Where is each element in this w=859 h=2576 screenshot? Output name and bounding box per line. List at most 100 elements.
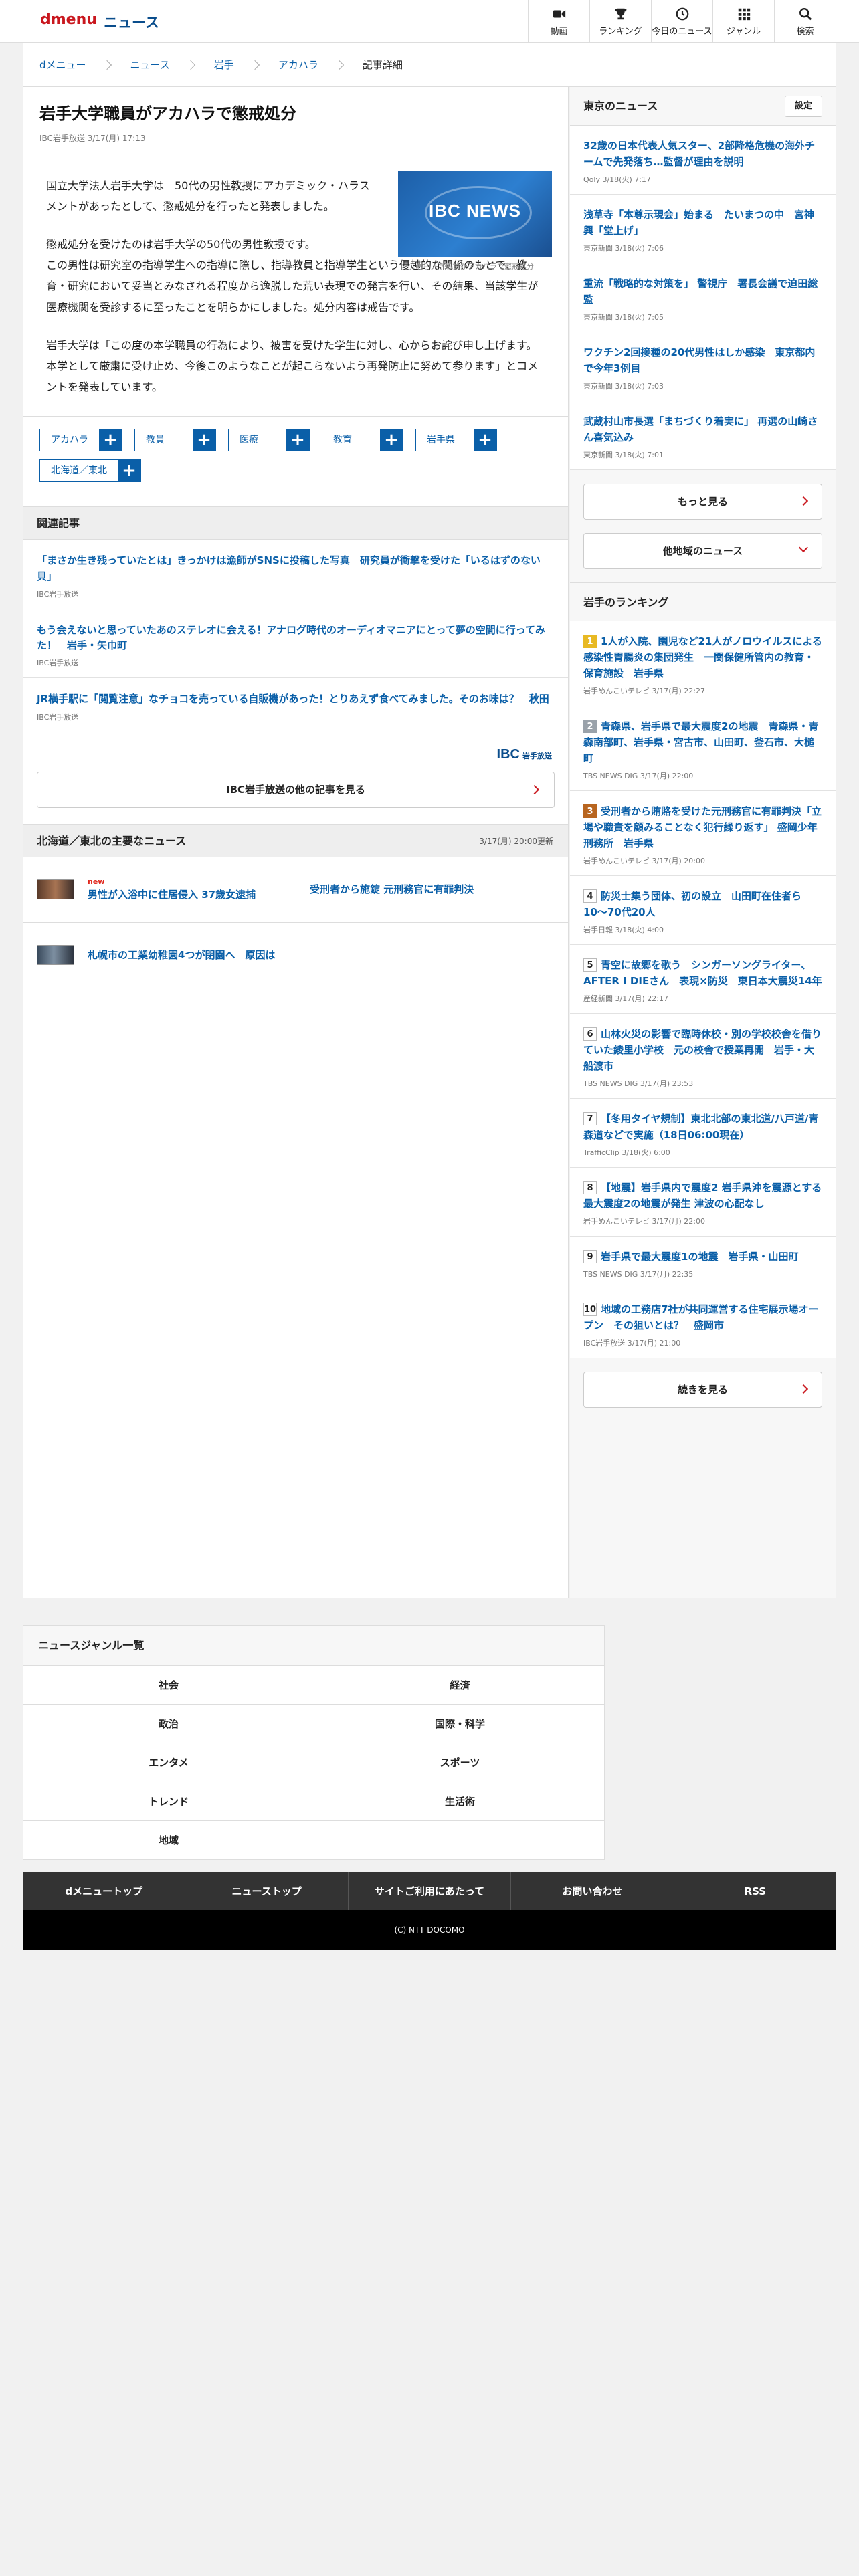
ranking-title-text[interactable]: 受刑者から賄賂を受けた元刑務官に有罪判決「立場や職責を顧みることなく犯行繰り返す… (583, 805, 822, 849)
tokyo-item[interactable]: 武蔵村山市長選「まちづくり着実に」 再選の山崎さん喜気込み 東京新聞 3/18(火… (570, 401, 836, 470)
nav-search[interactable]: 検索 (775, 0, 836, 43)
nav-genre[interactable]: ジャンル (713, 0, 775, 43)
related-item[interactable]: 「まさか生き残っていたとは」きっかけは漁師がSNSに投稿した写真 研究員が衝撃を… (23, 540, 568, 609)
news-section-title[interactable]: ニュース (104, 12, 159, 32)
ranking-title[interactable]: 6 山林火災の影響で臨時休校・別の学校校舎を借りていた綾里小学校 元の校舎で授業再… (583, 1026, 822, 1074)
regional-title-wrap[interactable]: new 男性が入浴中に住居侵入 37歳女逮捕 (88, 877, 256, 902)
ranking-title[interactable]: 8 【地震】岩手県内で震度2 岩手県沖を震源とする最大震度2の地震が発生 津波の心… (583, 1180, 822, 1212)
related-item[interactable]: もう会えないと思っていたあのステレオに会える！アナログ時代のオーディオマニアにと… (23, 609, 568, 679)
article-photo[interactable]: IBC NEWS 岩手大学職員がアカハラで懲戒処分 (398, 171, 552, 272)
plus-icon[interactable]: + (193, 429, 215, 451)
regional-item[interactable]: 受刑者から施錠 元刑務官に有罪判決 (296, 857, 569, 923)
footer-dmenu-top[interactable]: dメニュートップ (23, 1872, 186, 1910)
ranking-more-button[interactable]: 続きを見る (583, 1372, 822, 1408)
regional-title[interactable]: 受刑者から施錠 元刑務官に有罪判決 (310, 883, 474, 897)
breadcrumb-dmenu[interactable]: dメニュー (39, 58, 86, 72)
ranking-title[interactable]: 3 受刑者から賄賂を受けた元刑務官に有罪判決「立場や職責を顧みることなく犯行繰り返… (583, 803, 822, 851)
tokyo-title[interactable]: 浅草寺「本尊示現会」始まる たいまつの中 宮神興「堂上げ」 (583, 207, 822, 239)
footer-contact[interactable]: お問い合わせ (511, 1872, 674, 1910)
related-title[interactable]: 「まさか生き残っていたとは」きっかけは漁師がSNSに投稿した写真 研究員が衝撃を… (37, 553, 555, 584)
related-item[interactable]: JR横手駅に「閲覧注意」なチョコを売っている自販機があった！とりあえず食べてみま… (23, 678, 568, 732)
ranking-title-text[interactable]: 青森県、岩手県で最大震度2の地震 青森県・青森南部町、岩手県・宮古市、山田町、釜… (583, 720, 818, 764)
ranking-title-text[interactable]: 山林火災の影響で臨時休校・別の学校校舎を借りていた綾里小学校 元の校舎で授業再開… (583, 1028, 822, 1072)
plus-icon[interactable]: + (118, 460, 140, 482)
tag-medical[interactable]: 医療 + (228, 429, 310, 452)
other-region-button[interactable]: 他地域のニュース (583, 533, 822, 569)
regional-title[interactable]: 男性が入浴中に住居侵入 37歳女逮捕 (88, 889, 256, 901)
genre-economy[interactable]: 経済 (314, 1666, 605, 1705)
ranking-title-text[interactable]: 1人が入院、園児など21人がノロウイルスによる感染性胃腸炎の集団発生 一関保健所… (583, 635, 822, 679)
tokyo-title[interactable]: 32歳の日本代表人気スター、2部降格危機の海外チームで先発落ち…監督が理由を説明 (583, 138, 822, 170)
ranking-item[interactable]: 5 青空に故郷を歌う シンガーソングライター、AFTER I DIEさん 表現×防… (570, 945, 836, 1014)
article-body: IBC NEWS 岩手大学職員がアカハラで懲戒処分 国立大学法人岩手大学は 50… (39, 171, 552, 398)
tokyo-item[interactable]: ワクチン2回接種の20代男性はしか感染 東京都内で今年3例目 東京新聞 3/18(… (570, 332, 836, 401)
nav-ranking[interactable]: ランキング (590, 0, 652, 43)
genre-sports[interactable]: スポーツ (314, 1743, 605, 1782)
genre-politics[interactable]: 政治 (23, 1705, 314, 1743)
plus-icon[interactable]: + (99, 429, 122, 451)
regional-item[interactable]: 札幌市の工業幼稚園4つが閉園へ 原因は (23, 922, 296, 988)
regional-item-empty (296, 923, 569, 988)
tokyo-title[interactable]: 武蔵村山市長選「まちづくり着実に」 再選の山崎さん喜気込み (583, 413, 822, 445)
tag-teacher[interactable]: 教員 + (134, 429, 216, 452)
related-source: IBC岩手放送 (37, 712, 79, 722)
plus-icon[interactable]: + (286, 429, 309, 451)
genre-society[interactable]: 社会 (23, 1666, 314, 1705)
ranking-item[interactable]: 8 【地震】岩手県内で震度2 岩手県沖を震源とする最大震度2の地震が発生 津波の心… (570, 1168, 836, 1237)
regional-title[interactable]: 札幌市の工業幼稚園4つが閉園へ 原因は (88, 948, 275, 962)
genre-entertainment[interactable]: エンタメ (23, 1743, 314, 1782)
ranking-item[interactable]: 10 地域の工務店7社が共同運営する住宅展示場オープン その狙いとは？ 盛岡市 IB… (570, 1289, 836, 1358)
ranking-title[interactable]: 9 岩手県で最大震度1の地震 岩手県・山田町 (583, 1249, 822, 1265)
ranking-title[interactable]: 7 【冬用タイヤ規制】東北北部の東北道/八戸道/青森道などで実施（18日06:00… (583, 1111, 822, 1143)
ranking-item[interactable]: 1 1人が入院、園児など21人がノロウイルスによる感染性胃腸炎の集団発生 一関保健… (570, 621, 836, 706)
genre-international[interactable]: 国際・科学 (314, 1705, 605, 1743)
related-title[interactable]: JR横手駅に「閲覧注意」なチョコを売っている自販機があった！とりあえず食べてみま… (37, 691, 555, 707)
ranking-item[interactable]: 9 岩手県で最大震度1の地震 岩手県・山田町 TBS NEWS DIG 3/17(月… (570, 1237, 836, 1289)
ranking-title-text[interactable]: 地域の工務店7社が共同運営する住宅展示場オープン その狙いとは？ 盛岡市 (583, 1303, 819, 1331)
tag-education[interactable]: 教育 + (322, 429, 403, 452)
regional-item[interactable]: new 男性が入浴中に住居侵入 37歳女逮捕 (23, 857, 296, 923)
footer-news-top[interactable]: ニューストップ (185, 1872, 349, 1910)
ranking-title[interactable]: 10 地域の工務店7社が共同運営する住宅展示場オープン その狙いとは？ 盛岡市 (583, 1301, 822, 1333)
provider-more-button[interactable]: IBC岩手放送の他の記事を見る (37, 771, 555, 808)
ranking-title-text[interactable]: 岩手県で最大震度1の地震 岩手県・山田町 (601, 1251, 798, 1263)
plus-icon[interactable]: + (380, 429, 403, 451)
tag-iwate[interactable]: 岩手県 + (415, 429, 497, 452)
breadcrumb-iwate[interactable]: 岩手 (214, 58, 234, 72)
genre-local[interactable]: 地域 (23, 1821, 314, 1860)
tokyo-title[interactable]: 重流「戦略的な対策を」 警視庁 署長会議で迫田総監 (583, 276, 822, 308)
related-title[interactable]: もう会えないと思っていたあのステレオに会える！アナログ時代のオーディオマニアにと… (37, 623, 555, 654)
genre-trend[interactable]: トレンド (23, 1782, 314, 1821)
ranking-item[interactable]: 6 山林火災の影響で臨時休校・別の学校校舎を借りていた綾里小学校 元の校舎で授業再… (570, 1014, 836, 1099)
settings-button[interactable]: 設定 (784, 96, 822, 117)
ranking-title-text[interactable]: 【地震】岩手県内で震度2 岩手県沖を震源とする最大震度2の地震が発生 津波の心配… (583, 1182, 822, 1210)
tokyo-more-button[interactable]: もっと見る (583, 484, 822, 520)
plus-icon[interactable]: + (474, 429, 496, 451)
tokyo-item[interactable]: 浅草寺「本尊示現会」始まる たいまつの中 宮神興「堂上げ」 東京新聞 3/18(火… (570, 195, 836, 263)
nav-video[interactable]: 動画 (529, 0, 590, 43)
ranking-title-text[interactable]: 青空に故郷を歌う シンガーソングライター、AFTER I DIEさん 表現×防災… (583, 959, 822, 987)
tag-akahara[interactable]: アカハラ + (39, 429, 122, 452)
dmenu-logo[interactable]: dmenu (40, 11, 97, 28)
tokyo-item[interactable]: 32歳の日本代表人気スター、2部降格危機の海外チームで先発落ち…監督が理由を説明… (570, 126, 836, 195)
ranking-title[interactable]: 1 1人が入院、園児など21人がノロウイルスによる感染性胃腸炎の集団発生 一関保健… (583, 633, 822, 681)
ranking-item[interactable]: 2 青森県、岩手県で最大震度2の地震 青森県・青森南部町、岩手県・宮古市、山田町、… (570, 706, 836, 791)
ranking-title-text[interactable]: 【冬用タイヤ規制】東北北部の東北道/八戸道/青森道などで実施（18日06:00現… (583, 1113, 819, 1141)
ranking-item[interactable]: 3 受刑者から賄賂を受けた元刑務官に有罪判決「立場や職責を顧みることなく犯行繰り返… (570, 791, 836, 876)
ranking-title[interactable]: 2 青森県、岩手県で最大震度2の地震 青森県・青森南部町、岩手県・宮古市、山田町、… (583, 718, 822, 766)
breadcrumb-akahara[interactable]: アカハラ (278, 58, 318, 72)
ranking-title[interactable]: 5 青空に故郷を歌う シンガーソングライター、AFTER I DIEさん 表現×防… (583, 957, 822, 989)
footer-terms[interactable]: サイトご利用にあたって (349, 1872, 512, 1910)
breadcrumb-news[interactable]: ニュース (130, 58, 170, 72)
copyright: (C) NTT DOCOMO (23, 1910, 836, 1950)
ranking-item[interactable]: 4 防災士集う団体、初の設立 山田町在住者ら10〜70代20人 岩手日報 3/18(… (570, 876, 836, 945)
tokyo-title[interactable]: ワクチン2回接種の20代男性はしか感染 東京都内で今年3例目 (583, 344, 822, 377)
tokyo-item[interactable]: 重流「戦略的な対策を」 警視庁 署長会議で迫田総監 東京新聞 3/18(火) 7:… (570, 263, 836, 332)
nav-today[interactable]: 今日のニュース (652, 0, 713, 43)
footer-rss[interactable]: RSS (674, 1872, 836, 1910)
genre-life[interactable]: 生活術 (314, 1782, 605, 1821)
ranking-title[interactable]: 4 防災士集う団体、初の設立 山田町在住者ら10〜70代20人 (583, 888, 822, 920)
tag-tohoku[interactable]: 北海道／東北 + (39, 459, 141, 483)
ranking-title-text[interactable]: 防災士集う団体、初の設立 山田町在住者ら10〜70代20人 (583, 890, 801, 918)
ranking-item[interactable]: 7 【冬用タイヤ規制】東北北部の東北道/八戸道/青森道などで実施（18日06:00… (570, 1099, 836, 1168)
